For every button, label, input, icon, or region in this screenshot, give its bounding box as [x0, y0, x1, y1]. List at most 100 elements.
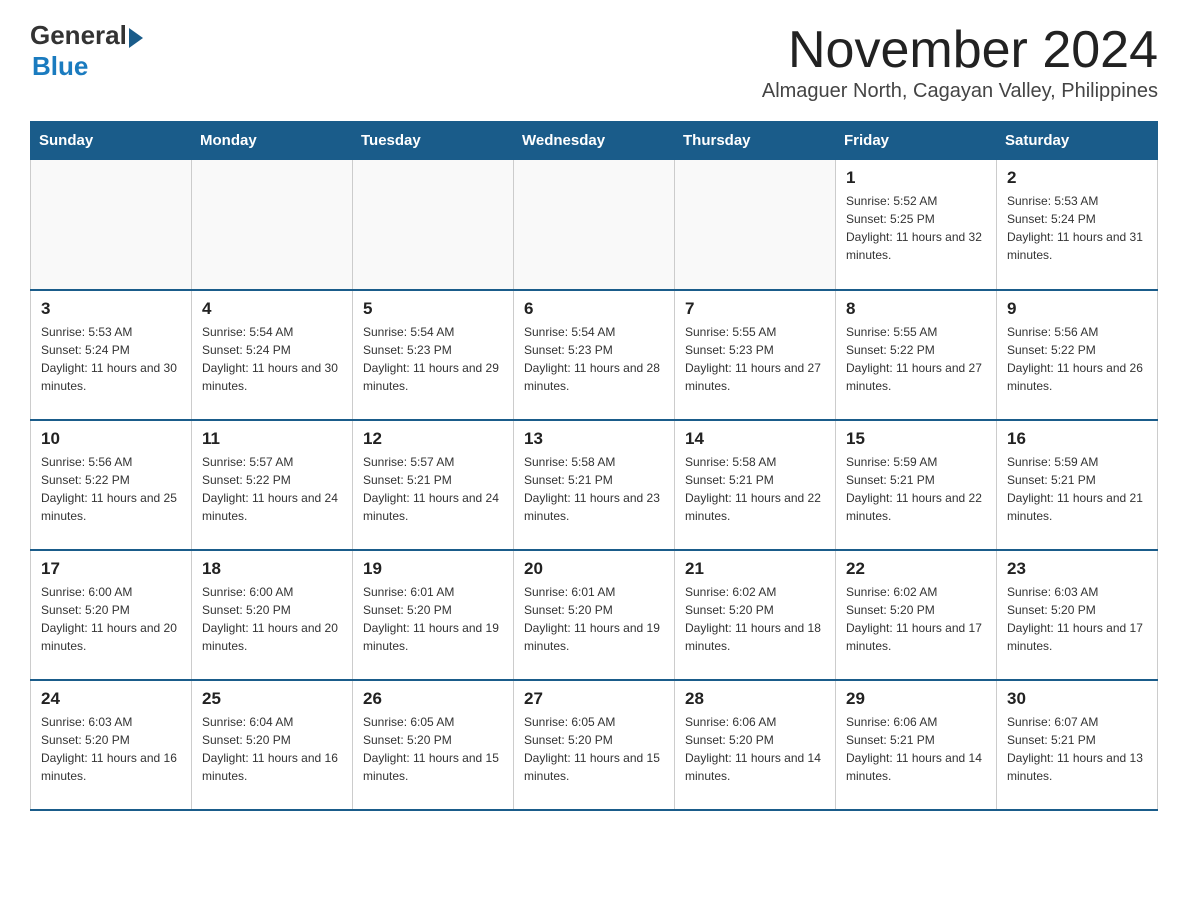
day-info: Sunrise: 6:03 AM Sunset: 5:20 PM Dayligh…	[41, 713, 181, 785]
day-number: 20	[524, 559, 664, 579]
column-header-monday: Monday	[192, 122, 353, 160]
calendar-cell: 21Sunrise: 6:02 AM Sunset: 5:20 PM Dayli…	[675, 550, 836, 680]
calendar-header-row: SundayMondayTuesdayWednesdayThursdayFrid…	[31, 122, 1158, 160]
calendar-week-row: 3Sunrise: 5:53 AM Sunset: 5:24 PM Daylig…	[31, 290, 1158, 420]
day-number: 10	[41, 429, 181, 449]
day-number: 26	[363, 689, 503, 709]
calendar-cell: 15 Sunrise: 5:59 AM Sunset: 5:21 PM Dayli…	[836, 420, 997, 550]
day-info: Sunrise: 6:05 AM Sunset: 5:20 PM Dayligh…	[363, 713, 503, 785]
calendar-table: SundayMondayTuesdayWednesdayThursdayFrid…	[30, 121, 1158, 811]
day-info: Sunrise: 6:00 AM Sunset: 5:20 PM Dayligh…	[41, 583, 181, 655]
calendar-cell	[353, 160, 514, 290]
day-number: 21	[685, 559, 825, 579]
column-header-saturday: Saturday	[997, 122, 1158, 160]
day-number: 27	[524, 689, 664, 709]
calendar-cell: 23Sunrise: 6:03 AM Sunset: 5:20 PM Dayli…	[997, 550, 1158, 680]
calendar-cell: 12Sunrise: 5:57 AM Sunset: 5:21 PM Dayli…	[353, 420, 514, 550]
calendar-cell	[192, 160, 353, 290]
day-number: 5	[363, 299, 503, 319]
calendar-cell: 27 Sunrise: 6:05 AM Sunset: 5:20 PM Dayli…	[514, 680, 675, 810]
column-header-wednesday: Wednesday	[514, 122, 675, 160]
day-number: 28	[685, 689, 825, 709]
day-info: Sunrise: 6:07 AM Sunset: 5:21 PM Dayligh…	[1007, 713, 1147, 785]
day-info: Sunrise: 5:54 AM Sunset: 5:24 PM Dayligh…	[202, 323, 342, 395]
calendar-cell: 7Sunrise: 5:55 AM Sunset: 5:23 PM Daylig…	[675, 290, 836, 420]
column-header-sunday: Sunday	[31, 122, 192, 160]
calendar-week-row: 24 Sunrise: 6:03 AM Sunset: 5:20 PM Dayli…	[31, 680, 1158, 810]
calendar-week-row: 10 Sunrise: 5:56 AM Sunset: 5:22 PM Dayli…	[31, 420, 1158, 550]
day-info: Sunrise: 5:54 AM Sunset: 5:23 PM Dayligh…	[363, 323, 503, 395]
day-info: Sunrise: 6:01 AM Sunset: 5:20 PM Dayligh…	[363, 583, 503, 655]
calendar-cell: 2Sunrise: 5:53 AM Sunset: 5:24 PM Daylig…	[997, 160, 1158, 290]
calendar-cell: 1Sunrise: 5:52 AM Sunset: 5:25 PM Daylig…	[836, 160, 997, 290]
day-number: 22	[846, 559, 986, 579]
calendar-cell: 3Sunrise: 5:53 AM Sunset: 5:24 PM Daylig…	[31, 290, 192, 420]
month-title: November 2024	[762, 20, 1158, 80]
day-info: Sunrise: 6:06 AM Sunset: 5:21 PM Dayligh…	[846, 713, 986, 785]
day-info: Sunrise: 5:59 AM Sunset: 5:21 PM Dayligh…	[1007, 453, 1147, 525]
logo-blue-text: Blue	[32, 51, 143, 82]
logo: General Blue	[30, 20, 143, 82]
day-number: 29	[846, 689, 986, 709]
calendar-cell: 14 Sunrise: 5:58 AM Sunset: 5:21 PM Dayli…	[675, 420, 836, 550]
day-number: 12	[363, 429, 503, 449]
calendar-week-row: 17 Sunrise: 6:00 AM Sunset: 5:20 PM Dayli…	[31, 550, 1158, 680]
day-number: 23	[1007, 559, 1147, 579]
column-header-thursday: Thursday	[675, 122, 836, 160]
day-info: Sunrise: 6:01 AM Sunset: 5:20 PM Dayligh…	[524, 583, 664, 655]
day-number: 15	[846, 429, 986, 449]
day-number: 9	[1007, 299, 1147, 319]
calendar-cell: 28Sunrise: 6:06 AM Sunset: 5:20 PM Dayli…	[675, 680, 836, 810]
day-number: 16	[1007, 429, 1147, 449]
day-number: 14	[685, 429, 825, 449]
day-number: 30	[1007, 689, 1147, 709]
calendar-cell	[675, 160, 836, 290]
calendar-cell: 24 Sunrise: 6:03 AM Sunset: 5:20 PM Dayli…	[31, 680, 192, 810]
calendar-cell: 30 Sunrise: 6:07 AM Sunset: 5:21 PM Dayli…	[997, 680, 1158, 810]
day-number: 25	[202, 689, 342, 709]
calendar-cell: 5 Sunrise: 5:54 AM Sunset: 5:23 PM Daylig…	[353, 290, 514, 420]
day-info: Sunrise: 5:55 AM Sunset: 5:22 PM Dayligh…	[846, 323, 986, 395]
day-info: Sunrise: 5:58 AM Sunset: 5:21 PM Dayligh…	[524, 453, 664, 525]
day-number: 1	[846, 168, 986, 188]
day-info: Sunrise: 5:58 AM Sunset: 5:21 PM Dayligh…	[685, 453, 825, 525]
day-info: Sunrise: 6:05 AM Sunset: 5:20 PM Dayligh…	[524, 713, 664, 785]
day-number: 18	[202, 559, 342, 579]
calendar-cell: 4 Sunrise: 5:54 AM Sunset: 5:24 PM Daylig…	[192, 290, 353, 420]
day-number: 7	[685, 299, 825, 319]
calendar-cell: 18 Sunrise: 6:00 AM Sunset: 5:20 PM Dayli…	[192, 550, 353, 680]
calendar-cell: 20 Sunrise: 6:01 AM Sunset: 5:20 PM Dayli…	[514, 550, 675, 680]
calendar-cell: 16 Sunrise: 5:59 AM Sunset: 5:21 PM Dayli…	[997, 420, 1158, 550]
day-number: 8	[846, 299, 986, 319]
day-number: 24	[41, 689, 181, 709]
day-info: Sunrise: 5:53 AM Sunset: 5:24 PM Dayligh…	[1007, 192, 1147, 264]
day-number: 6	[524, 299, 664, 319]
day-number: 19	[363, 559, 503, 579]
day-info: Sunrise: 5:56 AM Sunset: 5:22 PM Dayligh…	[41, 453, 181, 525]
logo-general-text: General	[30, 20, 127, 51]
calendar-cell: 26 Sunrise: 6:05 AM Sunset: 5:20 PM Dayli…	[353, 680, 514, 810]
title-area: November 2024 Almaguer North, Cagayan Va…	[762, 20, 1158, 115]
day-number: 4	[202, 299, 342, 319]
day-number: 13	[524, 429, 664, 449]
calendar-cell: 29 Sunrise: 6:06 AM Sunset: 5:21 PM Dayli…	[836, 680, 997, 810]
calendar-cell: 9Sunrise: 5:56 AM Sunset: 5:22 PM Daylig…	[997, 290, 1158, 420]
calendar-cell: 13 Sunrise: 5:58 AM Sunset: 5:21 PM Dayli…	[514, 420, 675, 550]
calendar-cell: 19 Sunrise: 6:01 AM Sunset: 5:20 PM Dayli…	[353, 550, 514, 680]
calendar-cell: 8 Sunrise: 5:55 AM Sunset: 5:22 PM Daylig…	[836, 290, 997, 420]
day-info: Sunrise: 6:04 AM Sunset: 5:20 PM Dayligh…	[202, 713, 342, 785]
page-header: General Blue November 2024 Almaguer Nort…	[30, 20, 1158, 115]
column-header-friday: Friday	[836, 122, 997, 160]
calendar-cell: 11Sunrise: 5:57 AM Sunset: 5:22 PM Dayli…	[192, 420, 353, 550]
calendar-cell: 22 Sunrise: 6:02 AM Sunset: 5:20 PM Dayli…	[836, 550, 997, 680]
calendar-cell	[31, 160, 192, 290]
day-info: Sunrise: 5:57 AM Sunset: 5:22 PM Dayligh…	[202, 453, 342, 525]
calendar-cell: 10 Sunrise: 5:56 AM Sunset: 5:22 PM Dayli…	[31, 420, 192, 550]
day-info: Sunrise: 5:59 AM Sunset: 5:21 PM Dayligh…	[846, 453, 986, 525]
calendar-cell: 17 Sunrise: 6:00 AM Sunset: 5:20 PM Dayli…	[31, 550, 192, 680]
calendar-cell: 6 Sunrise: 5:54 AM Sunset: 5:23 PM Daylig…	[514, 290, 675, 420]
day-info: Sunrise: 5:54 AM Sunset: 5:23 PM Dayligh…	[524, 323, 664, 395]
day-number: 17	[41, 559, 181, 579]
day-info: Sunrise: 6:00 AM Sunset: 5:20 PM Dayligh…	[202, 583, 342, 655]
day-info: Sunrise: 6:02 AM Sunset: 5:20 PM Dayligh…	[846, 583, 986, 655]
